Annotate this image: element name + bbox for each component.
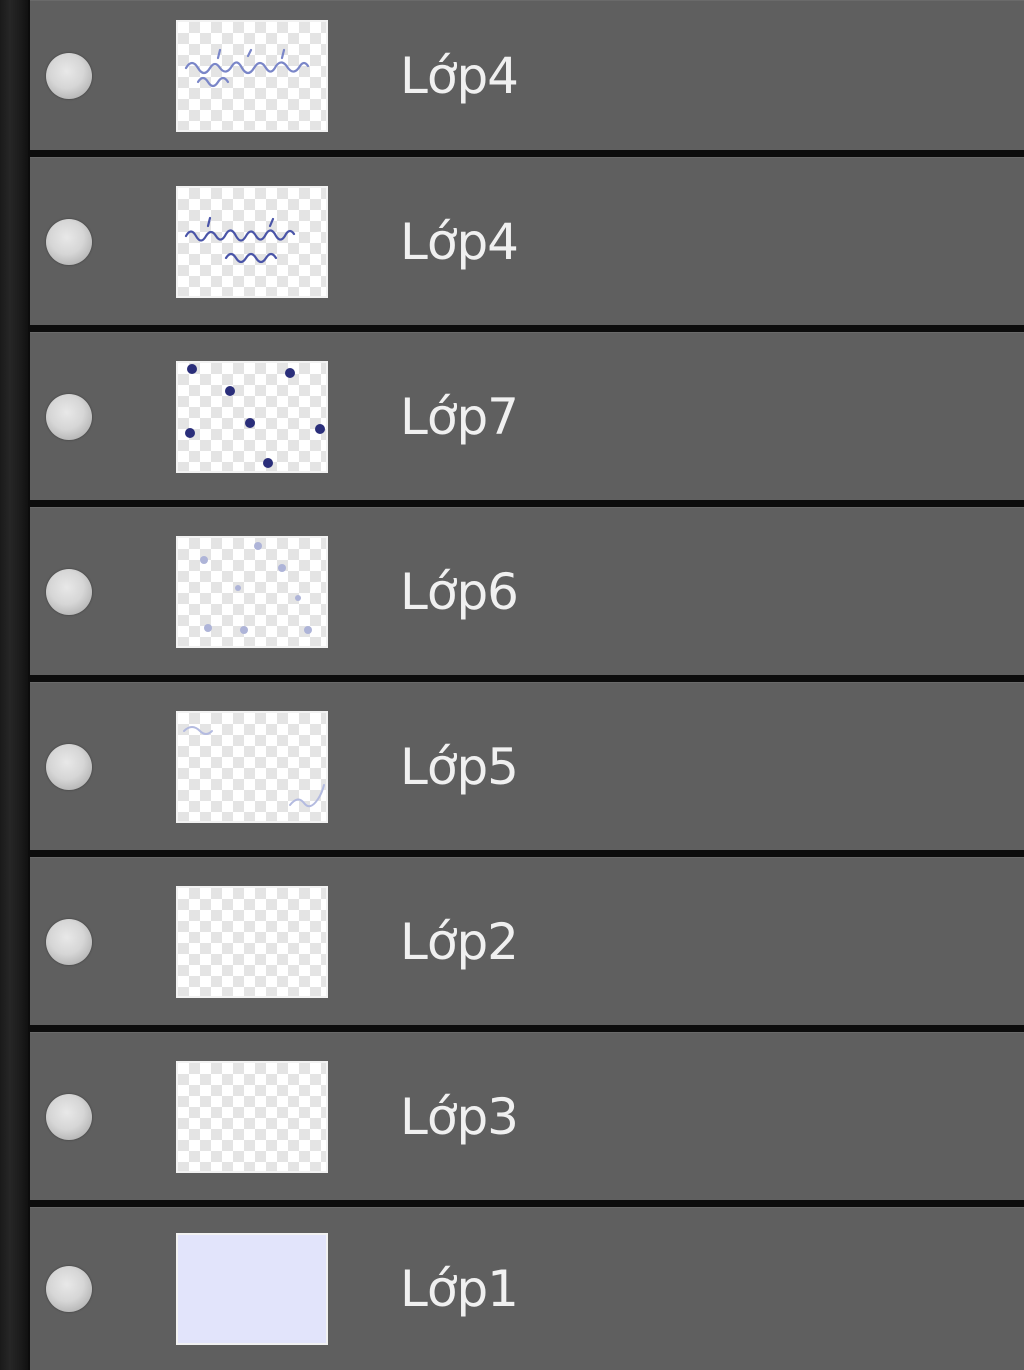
layer-name: Lớp4: [400, 212, 519, 271]
visibility-toggle-icon[interactable]: [46, 743, 92, 790]
layers-panel: Lớp4 Lớp4 Lớp7 Lớp6 Lớp5 Lớp2 Lớp3 Lớp1: [0, 0, 1024, 1370]
layer-name: Lớp6: [400, 562, 519, 621]
visibility-toggle-icon[interactable]: [46, 1093, 92, 1140]
layer-name: Lớp5: [400, 737, 519, 796]
layer-thumbnail: [176, 710, 328, 823]
layer-thumbnail: [176, 19, 328, 132]
layer-row[interactable]: Lớp6: [30, 507, 1024, 675]
visibility-toggle-icon[interactable]: [46, 52, 92, 99]
visibility-toggle-icon[interactable]: [46, 393, 92, 440]
layer-thumbnail transparent-icon: [176, 885, 328, 998]
faint-dots-icon: [200, 541, 312, 634]
layer-thumbnail: [176, 360, 328, 473]
layer-thumbnail: [176, 185, 328, 298]
layer-name: Lớp4: [400, 46, 519, 105]
layer-row[interactable]: Lớp4: [30, 157, 1024, 325]
layer-row[interactable]: Lớp1: [30, 1207, 1024, 1370]
layer-thumbnail solid-fill-icon: [176, 1233, 328, 1345]
layer-thumbnail: [176, 535, 328, 648]
visibility-toggle-icon[interactable]: [46, 918, 92, 965]
layer-name: Lớp3: [400, 1087, 519, 1146]
panel-left-edge: [0, 0, 28, 1370]
layer-row[interactable]: Lớp4: [30, 0, 1024, 150]
layer-row[interactable]: Lớp3: [30, 1032, 1024, 1200]
layer-list: Lớp4 Lớp4 Lớp7 Lớp6 Lớp5 Lớp2 Lớp3 Lớp1: [30, 0, 1024, 1370]
layer-name: Lớp2: [400, 912, 519, 971]
corner-scribble-icon: [183, 725, 325, 807]
dots-icon: [185, 363, 325, 468]
layer-row[interactable]: Lớp2: [30, 857, 1024, 1025]
layer-thumbnail transparent-icon: [176, 1060, 328, 1173]
layer-row[interactable]: Lớp7: [30, 332, 1024, 500]
visibility-toggle-icon[interactable]: [46, 1266, 92, 1312]
handwriting-text-two-lines-icon: [184, 216, 296, 263]
visibility-toggle-icon[interactable]: [46, 218, 92, 265]
layer-row[interactable]: Lớp5: [30, 682, 1024, 850]
layer-name: Lớp7: [400, 387, 519, 446]
handwriting-text-icon: [184, 48, 310, 87]
layer-name: Lớp1: [400, 1260, 519, 1318]
visibility-toggle-icon[interactable]: [46, 568, 92, 615]
